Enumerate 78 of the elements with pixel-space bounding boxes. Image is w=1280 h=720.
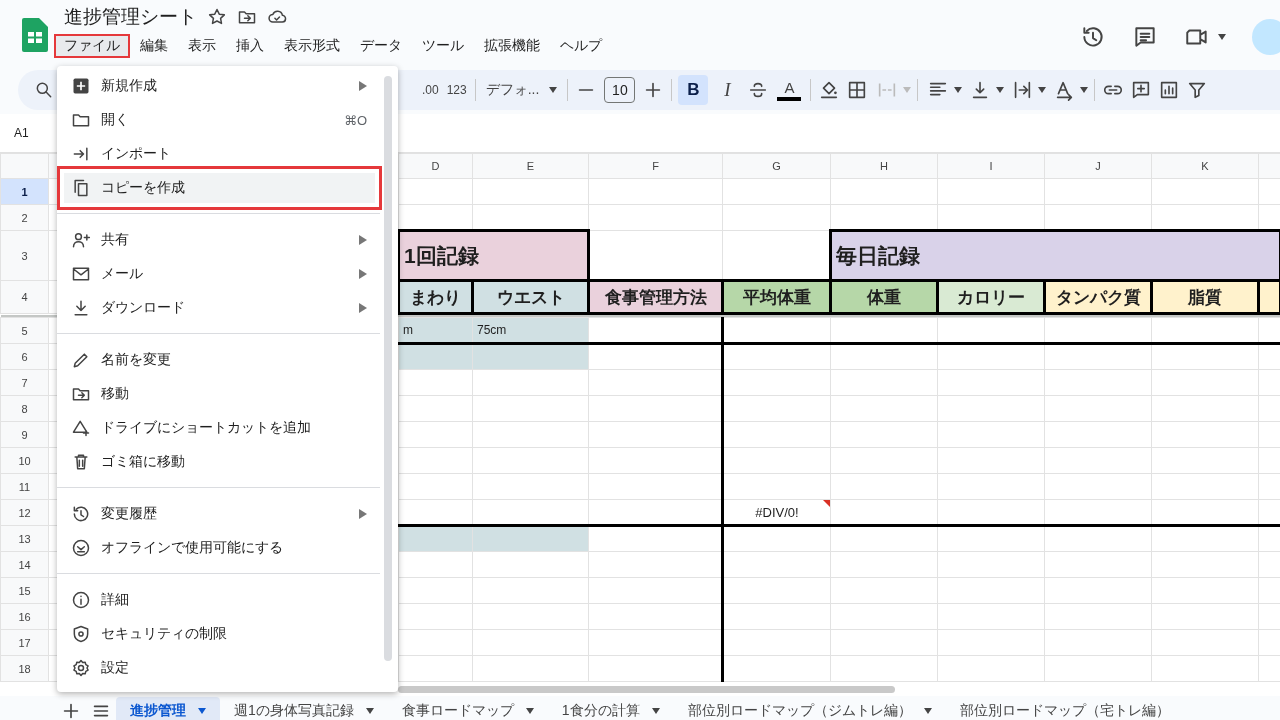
menu-item[interactable]: ゴミ箱に移動 bbox=[63, 445, 383, 479]
row-header[interactable]: 9 bbox=[0, 421, 49, 448]
name-box[interactable]: A1 bbox=[14, 126, 29, 140]
row-header[interactable]: 2 bbox=[0, 204, 49, 231]
menu-item[interactable]: 拡張機能 bbox=[474, 34, 550, 58]
menu-item[interactable]: 共有 bbox=[63, 223, 383, 257]
sheet-tab[interactable]: 食事ロードマップ bbox=[387, 697, 548, 720]
decimal-increase-button[interactable]: .00 bbox=[418, 83, 443, 97]
menu-item[interactable]: メール bbox=[63, 257, 383, 291]
table-cell: 1回記録 bbox=[398, 230, 589, 281]
menu-item[interactable]: 表示形式 bbox=[274, 34, 350, 58]
sheet-tab[interactable]: 1食分の計算 bbox=[547, 697, 674, 720]
table-cell: 脂質 bbox=[1151, 280, 1259, 314]
table-cell: ウエスト bbox=[472, 280, 589, 314]
column-header[interactable]: H bbox=[830, 153, 938, 179]
row-header[interactable]: 13 bbox=[0, 525, 49, 552]
font-size-field[interactable]: 10 bbox=[604, 77, 636, 103]
menu-item[interactable]: コピーを作成 bbox=[57, 166, 382, 210]
row-header[interactable]: 16 bbox=[0, 603, 49, 630]
document-title: 進捗管理シート bbox=[64, 5, 197, 29]
menu-item[interactable]: セキュリティの制限 bbox=[63, 617, 383, 651]
number-format-button[interactable]: 123 bbox=[442, 83, 471, 97]
menu-item[interactable]: データ bbox=[350, 34, 412, 58]
menu-item[interactable]: ドライブにショートカットを追加 bbox=[63, 411, 383, 445]
menu-item[interactable]: 移動 bbox=[63, 377, 383, 411]
font-dropdown[interactable]: デフォ... bbox=[479, 81, 564, 99]
row-header[interactable]: 12 bbox=[0, 499, 49, 526]
sheet-tab[interactable]: 進捗管理 bbox=[116, 697, 220, 720]
text-color-button[interactable]: A bbox=[774, 79, 805, 101]
menu-item[interactable]: 名前を変更 bbox=[63, 343, 383, 377]
row-header[interactable]: 14 bbox=[0, 551, 49, 578]
row-header[interactable]: 3 bbox=[0, 230, 49, 281]
table-cell: カロリー bbox=[937, 280, 1045, 314]
row-header[interactable]: 8 bbox=[0, 395, 49, 422]
menu-item[interactable]: 挿入 bbox=[226, 34, 274, 58]
menu-item[interactable]: ツール bbox=[412, 34, 474, 58]
menu-item[interactable]: 変更履歴 bbox=[63, 497, 383, 531]
row-header[interactable]: 4 bbox=[0, 280, 49, 314]
bold-button[interactable]: B bbox=[678, 75, 709, 105]
menu-item[interactable]: 設定 bbox=[63, 651, 383, 685]
table-cell: #DIV/0! bbox=[755, 504, 799, 520]
row-header[interactable]: 7 bbox=[0, 369, 49, 396]
row-header[interactable]: 6 bbox=[0, 343, 49, 370]
row-header[interactable]: 11 bbox=[0, 473, 49, 500]
menu-item[interactable]: ヘルプ bbox=[550, 34, 612, 58]
menu-item[interactable]: 新規作成 bbox=[63, 69, 383, 103]
menu-item[interactable]: 編集 bbox=[130, 34, 178, 58]
menu-item[interactable]: オフラインで使用可能にする bbox=[63, 531, 383, 565]
table-cell: 毎日記録 bbox=[830, 230, 1280, 281]
menu-item[interactable]: 開く ⌘O bbox=[63, 103, 383, 137]
column-header[interactable]: G bbox=[722, 153, 831, 179]
column-header[interactable]: J bbox=[1044, 153, 1152, 179]
row-header[interactable]: 17 bbox=[0, 629, 49, 656]
table-cell: 75cm bbox=[472, 317, 589, 344]
row-header[interactable]: 10 bbox=[0, 447, 49, 474]
table-cell: 食事管理方法 bbox=[588, 280, 723, 314]
sheet-tab[interactable]: 週1の身体写真記録 bbox=[220, 697, 388, 720]
sheet-tab[interactable]: 部位別ロードマップ（ジムトレ編） bbox=[673, 697, 946, 720]
menu-item[interactable]: ファイル bbox=[54, 34, 130, 58]
table-cell: 体重 bbox=[830, 280, 938, 314]
column-header[interactable]: E bbox=[472, 153, 589, 179]
row-header[interactable]: 5 bbox=[0, 317, 49, 344]
menu-item[interactable]: 表示 bbox=[178, 34, 226, 58]
table-cell: 平均体重 bbox=[722, 280, 831, 314]
column-header[interactable]: K bbox=[1151, 153, 1259, 179]
row-header[interactable]: 15 bbox=[0, 577, 49, 604]
row-header[interactable]: 18 bbox=[0, 655, 49, 682]
row-header[interactable]: 1 bbox=[0, 178, 49, 205]
table-cell: m bbox=[398, 317, 473, 344]
sheet-tab[interactable]: 部位別ロードマップ（宅トレ編） bbox=[945, 697, 1184, 720]
column-header[interactable]: F bbox=[588, 153, 723, 179]
menu-item[interactable]: 詳細 bbox=[63, 583, 383, 617]
table-cell: まわり bbox=[398, 280, 473, 314]
italic-button[interactable]: I bbox=[712, 75, 743, 105]
column-header[interactable]: D bbox=[398, 153, 473, 179]
menu-item[interactable]: ダウンロード bbox=[63, 291, 383, 325]
column-header[interactable]: I bbox=[937, 153, 1045, 179]
table-cell: タンパク質 bbox=[1044, 280, 1152, 314]
